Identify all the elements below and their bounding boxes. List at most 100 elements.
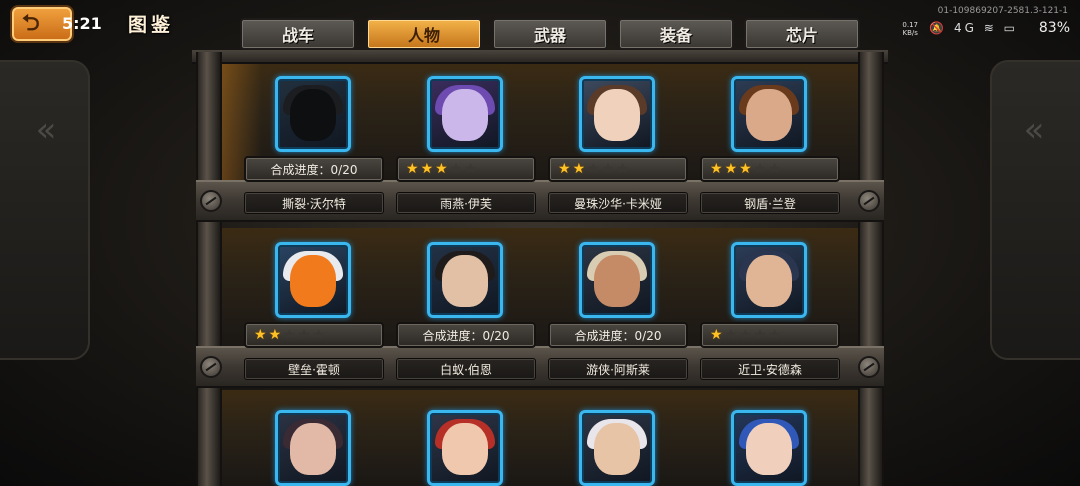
character-card[interactable]: 合成进度：0/20 撕裂·沃尔特 bbox=[244, 76, 384, 216]
wifi-icon: ≋ bbox=[983, 21, 997, 35]
stars-row: ★ ★ ★ ★ ★ bbox=[710, 328, 830, 342]
character-portrait[interactable] bbox=[731, 76, 807, 152]
character-portrait[interactable] bbox=[579, 76, 655, 152]
clock: 5:21 bbox=[62, 14, 102, 33]
speed-unit: KB/s bbox=[902, 29, 918, 37]
character-portrait[interactable] bbox=[275, 76, 351, 152]
network-code: 01-109869207-2581.3-121-1 bbox=[937, 6, 1068, 16]
star-icon: ★ bbox=[435, 161, 448, 177]
star-icon: ★ bbox=[449, 161, 463, 177]
star-icon: ★ bbox=[739, 327, 752, 343]
chevron-left-icon-right: « bbox=[1023, 110, 1045, 150]
synthesis-progress: 合成进度：0/20 bbox=[244, 156, 384, 182]
shelf-top bbox=[192, 50, 888, 64]
synthesis-progress: 合成进度：0/20 bbox=[548, 322, 688, 348]
character-name: 白蚁·伯恩 bbox=[396, 358, 536, 380]
star-icon: ★ bbox=[710, 327, 723, 343]
portrait-face bbox=[442, 89, 488, 142]
star-icon: ★ bbox=[312, 327, 325, 343]
battery-percent: 83% bbox=[1038, 20, 1070, 36]
star-rating: ★ ★ ★ ★ ★ bbox=[700, 322, 840, 348]
tab-1[interactable]: 人物 bbox=[366, 18, 482, 50]
portrait-face bbox=[746, 423, 792, 476]
star-icon: ★ bbox=[710, 161, 723, 177]
tab-4[interactable]: 芯片 bbox=[744, 18, 860, 50]
star-icon: ★ bbox=[616, 161, 629, 177]
mute-icon: 🔕 bbox=[929, 21, 948, 35]
character-card[interactable]: ★ ★ ★ ★ ★ 钢盾·兰登 bbox=[700, 76, 840, 216]
chevron-left-icon: « bbox=[35, 110, 57, 150]
star-icon: ★ bbox=[753, 327, 767, 343]
tab-0[interactable]: 战车 bbox=[240, 18, 356, 50]
character-card[interactable]: ★ ★ ★ ★ ★ 近卫·安德森 bbox=[700, 242, 840, 382]
character-card[interactable]: 合成进度：0/20 游侠·阿斯莱 bbox=[548, 242, 688, 382]
stars-row: ★ ★ ★ ★ ★ bbox=[710, 162, 830, 176]
character-card[interactable]: 合成进度：0/20 白蚁·伯恩 bbox=[396, 242, 536, 382]
back-arrow-icon: ⮌ bbox=[22, 11, 40, 36]
speed-value: 0.17 bbox=[902, 21, 918, 29]
portrait-face bbox=[594, 89, 640, 142]
character-card[interactable] bbox=[548, 410, 688, 486]
tab-bar: 战车 人物 武器 装备 芯片 bbox=[240, 18, 860, 50]
character-portrait[interactable] bbox=[427, 76, 503, 152]
stars-row: ★ ★ ★ ★ ★ bbox=[406, 162, 526, 176]
star-rating: ★ ★ ★ ★ ★ bbox=[396, 156, 536, 182]
bg-door-left bbox=[0, 60, 90, 360]
portrait-face bbox=[746, 89, 792, 142]
bg-door-right bbox=[990, 60, 1080, 360]
star-icon: ★ bbox=[724, 327, 738, 343]
character-card[interactable] bbox=[396, 410, 536, 486]
synthesis-progress: 合成进度：0/20 bbox=[396, 322, 536, 348]
star-icon: ★ bbox=[739, 161, 752, 177]
page-title: 图鉴 bbox=[128, 14, 175, 36]
stars-row: ★ ★ ★ ★ ★ bbox=[558, 162, 678, 176]
star-icon: ★ bbox=[420, 161, 434, 177]
status-bar: 01-109869207-2581.3-121-1 0.17 KB/s 🔕 4G… bbox=[870, 6, 1070, 42]
star-icon: ★ bbox=[724, 161, 738, 177]
star-icon: ★ bbox=[254, 327, 267, 343]
tab-3[interactable]: 装备 bbox=[618, 18, 734, 50]
signal-label: 4G bbox=[954, 21, 977, 35]
network-speed: 0.17 KB/s bbox=[902, 21, 918, 37]
portrait-face bbox=[442, 423, 488, 476]
bolt-icon bbox=[200, 190, 222, 212]
star-rating: ★ ★ ★ ★ ★ bbox=[548, 156, 688, 182]
character-portrait[interactable] bbox=[579, 410, 655, 486]
character-name: 撕裂·沃尔特 bbox=[244, 192, 384, 214]
star-icon: ★ bbox=[587, 161, 600, 177]
character-card[interactable] bbox=[244, 410, 384, 486]
character-portrait[interactable] bbox=[427, 410, 503, 486]
character-portrait[interactable] bbox=[275, 410, 351, 486]
star-icon: ★ bbox=[297, 327, 311, 343]
portrait-face bbox=[746, 255, 792, 308]
character-card[interactable]: ★ ★ ★ ★ ★ 雨燕·伊芙 bbox=[396, 76, 536, 216]
character-portrait[interactable] bbox=[275, 242, 351, 318]
star-icon: ★ bbox=[268, 327, 282, 343]
portrait-face bbox=[594, 255, 640, 308]
star-rating: ★ ★ ★ ★ ★ bbox=[700, 156, 840, 182]
bolt-icon bbox=[200, 356, 222, 378]
character-card[interactable] bbox=[700, 410, 840, 486]
character-name: 游侠·阿斯莱 bbox=[548, 358, 688, 380]
portrait-face bbox=[442, 255, 488, 308]
character-name: 雨燕·伊芙 bbox=[396, 192, 536, 214]
character-name: 钢盾·兰登 bbox=[700, 192, 840, 214]
star-icon: ★ bbox=[558, 161, 571, 177]
character-portrait[interactable] bbox=[579, 242, 655, 318]
battery-icon: ▭ bbox=[1003, 21, 1018, 35]
character-portrait[interactable] bbox=[731, 242, 807, 318]
character-name: 壁垒·霍顿 bbox=[244, 358, 384, 380]
star-icon: ★ bbox=[464, 161, 477, 177]
character-portrait[interactable] bbox=[731, 410, 807, 486]
character-name: 近卫·安德森 bbox=[700, 358, 840, 380]
star-icon: ★ bbox=[406, 161, 419, 177]
character-card[interactable]: ★ ★ ★ ★ ★ 曼珠沙华·卡米娅 bbox=[548, 76, 688, 216]
star-icon: ★ bbox=[768, 161, 781, 177]
character-card[interactable]: ★ ★ ★ ★ ★ 壁垒·霍顿 bbox=[244, 242, 384, 382]
star-icon: ★ bbox=[572, 161, 586, 177]
character-portrait[interactable] bbox=[427, 242, 503, 318]
star-rating: ★ ★ ★ ★ ★ bbox=[244, 322, 384, 348]
bolt-icon bbox=[858, 356, 880, 378]
tab-2[interactable]: 武器 bbox=[492, 18, 608, 50]
stars-row: ★ ★ ★ ★ ★ bbox=[254, 328, 374, 342]
